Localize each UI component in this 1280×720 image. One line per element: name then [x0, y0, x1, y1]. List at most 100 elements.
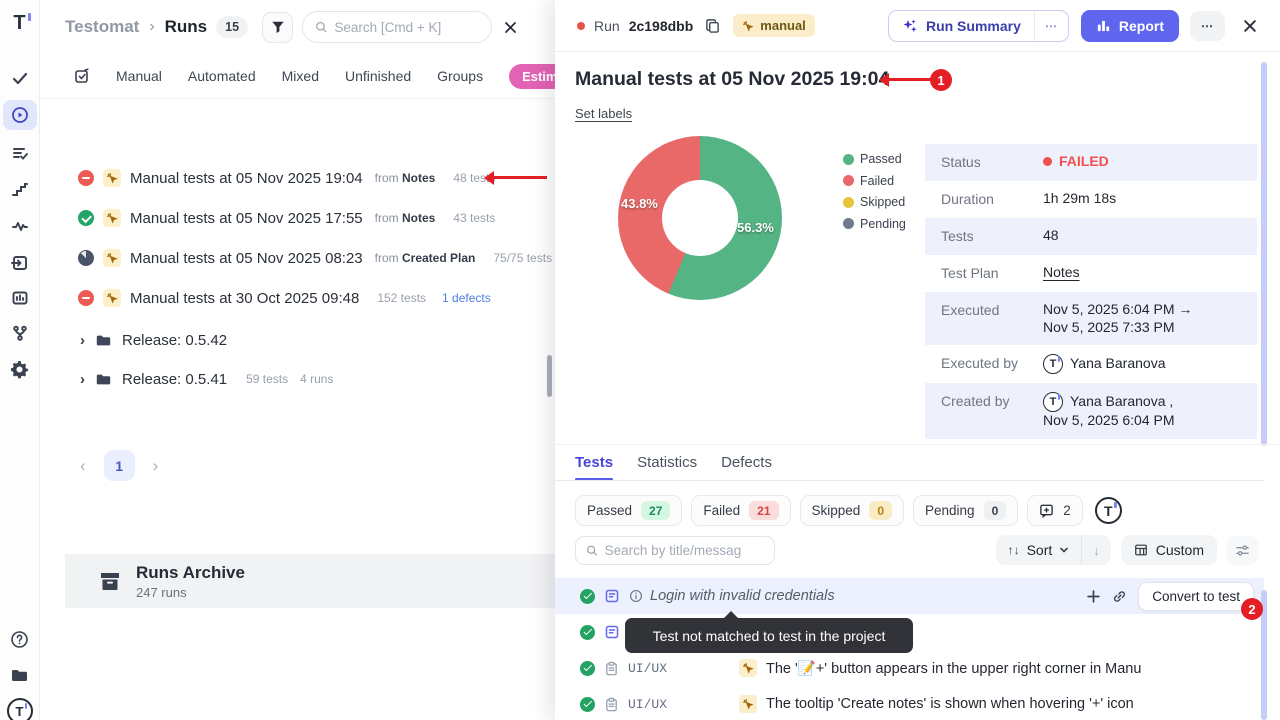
- test-plan-label: Test Plan: [941, 264, 1043, 283]
- settings-gear-icon[interactable]: [7, 356, 33, 382]
- run-from-value: Created Plan: [402, 251, 475, 265]
- info-row-test-plan: Test Plan Notes: [925, 255, 1257, 292]
- convert-to-test-button[interactable]: Convert to test: [1138, 582, 1254, 611]
- runs-search-input[interactable]: [334, 20, 479, 35]
- annotation-arrow-left: [487, 176, 547, 179]
- pending-count-badge: 0: [984, 501, 1007, 520]
- run-summary-more-button[interactable]: ⋯: [1034, 11, 1068, 41]
- arrow-down-icon: ↓: [1093, 543, 1100, 558]
- chevron-down-icon: [1059, 545, 1069, 555]
- close-panel-icon[interactable]: [1242, 18, 1258, 34]
- chip-comments[interactable]: 2: [1027, 495, 1083, 526]
- help-icon[interactable]: [7, 626, 33, 652]
- prev-page-button[interactable]: ‹: [80, 456, 86, 476]
- executed-by-label: Executed by: [941, 354, 1043, 373]
- tab-mixed[interactable]: Mixed: [282, 68, 319, 84]
- sort-control: ↑↓Sort ↓: [996, 535, 1111, 565]
- branches-icon[interactable]: [7, 320, 33, 346]
- sort-direction-button[interactable]: ↓: [1081, 535, 1111, 565]
- tab-unfinished[interactable]: Unfinished: [345, 68, 411, 84]
- tasks-icon[interactable]: [7, 65, 33, 91]
- passed-count-badge: 27: [641, 501, 670, 520]
- tests-search[interactable]: [575, 536, 775, 565]
- breadcrumb-app[interactable]: Testomat: [65, 17, 139, 37]
- search-icon: [586, 544, 598, 557]
- chip-skipped[interactable]: Skipped0: [800, 495, 904, 526]
- test-plans-icon[interactable]: [7, 140, 33, 166]
- legend-dot-skipped: [843, 197, 854, 208]
- run-defects-link[interactable]: 1 defects: [442, 291, 491, 305]
- test-row[interactable]: UI/UX The '📝+' button appears in the upp…: [555, 650, 1264, 686]
- run-row[interactable]: Manual tests at 30 Oct 2025 09:48 152 te…: [40, 278, 555, 318]
- report-button[interactable]: Report: [1081, 10, 1179, 42]
- run-title: Manual tests at 05 Nov 2025 08:23: [130, 250, 363, 267]
- manual-badge-label: manual: [760, 18, 806, 33]
- select-runs-icon[interactable]: [74, 68, 90, 84]
- release-folder-row[interactable]: › Release: 0.5.41 59 tests 4 runs: [40, 360, 555, 398]
- tests-search-input[interactable]: [605, 543, 764, 558]
- test-row[interactable]: Login with invalid credentials Convert t…: [555, 578, 1264, 614]
- info-row-duration: Duration 1h 29m 18s: [925, 181, 1257, 218]
- tab-groups[interactable]: Groups: [437, 68, 483, 84]
- run-row[interactable]: Manual tests at 05 Nov 2025 17:55 from N…: [40, 198, 555, 238]
- chip-failed[interactable]: Failed21: [691, 495, 790, 526]
- chip-pending[interactable]: Pending0: [913, 495, 1018, 526]
- filter-button[interactable]: [262, 12, 293, 43]
- tab-automated[interactable]: Automated: [188, 68, 256, 84]
- tab-tests[interactable]: Tests: [575, 454, 613, 481]
- more-actions-button[interactable]: ⋯: [1190, 11, 1225, 41]
- tab-statistics[interactable]: Statistics: [637, 454, 697, 481]
- donut-chart: [618, 136, 782, 300]
- folder-title: Release: 0.5.42: [122, 332, 227, 349]
- detail-scrollbar-top[interactable]: [1261, 62, 1267, 446]
- page-1-button[interactable]: 1: [104, 450, 135, 481]
- user-avatar[interactable]: T: [7, 698, 33, 720]
- clear-search-icon[interactable]: [503, 20, 518, 35]
- run-id: 2c198dbb: [629, 18, 694, 34]
- set-labels-link[interactable]: Set labels: [575, 106, 632, 121]
- view-settings-icon[interactable]: [1227, 536, 1258, 565]
- pulse-icon[interactable]: [7, 213, 33, 239]
- run-tests-count: 43 tests: [453, 211, 495, 225]
- runs-search[interactable]: [302, 11, 492, 43]
- duration-label: Duration: [941, 190, 1043, 209]
- test-title: The '📝+' button appears in the upper rig…: [766, 660, 1141, 677]
- chip-passed[interactable]: Passed27: [575, 495, 682, 526]
- info-icon: [629, 589, 643, 603]
- steps-icon[interactable]: [7, 177, 33, 203]
- run-row[interactable]: Manual tests at 05 Nov 2025 08:23 from C…: [40, 238, 555, 278]
- runs-archive-row[interactable]: Runs Archive 247 runs: [65, 554, 555, 608]
- app-logo[interactable]: T: [7, 10, 33, 36]
- release-folder-row[interactable]: › Release: 0.5.42: [40, 321, 555, 359]
- import-icon[interactable]: [7, 250, 33, 276]
- folder-runs-count: 4 runs: [300, 372, 333, 386]
- test-row[interactable]: UI/UX The tooltip 'Create notes' is show…: [555, 686, 1264, 720]
- run-detail-panel: Run 2c198dbb manual Run Summary ⋯ Report…: [555, 0, 1280, 720]
- created-by-value: Yana Baranova ,: [1070, 393, 1173, 411]
- executed-start: Nov 5, 2025 6:04 PM →: [1043, 301, 1192, 317]
- next-page-button[interactable]: ›: [153, 456, 159, 476]
- test-tag: UI/UX: [628, 661, 674, 676]
- tab-defects[interactable]: Defects: [721, 454, 772, 481]
- test-plan-link[interactable]: Notes: [1043, 264, 1080, 282]
- chevron-right-icon[interactable]: ›: [80, 371, 85, 388]
- custom-columns-button[interactable]: Custom: [1121, 535, 1217, 565]
- manual-run-icon: [103, 249, 121, 267]
- app-rail: T T: [0, 0, 40, 720]
- info-row-status: Status FAILED: [925, 144, 1257, 181]
- copy-icon[interactable]: [705, 18, 720, 33]
- runs-nav-icon[interactable]: [3, 100, 37, 130]
- list-scrollbar[interactable]: [547, 355, 552, 397]
- passed-check-icon: [580, 625, 595, 640]
- assignee-avatar[interactable]: T: [1095, 497, 1122, 524]
- folder-title: Release: 0.5.41: [122, 371, 227, 388]
- bar-chart-icon: [1096, 18, 1111, 33]
- chevron-right-icon[interactable]: ›: [80, 332, 85, 349]
- reports-icon[interactable]: [7, 285, 33, 311]
- tab-manual[interactable]: Manual: [116, 68, 162, 84]
- add-icon[interactable]: [1086, 589, 1101, 604]
- docs-folder-icon[interactable]: [7, 662, 33, 688]
- link-icon[interactable]: [1112, 589, 1127, 604]
- sort-button[interactable]: ↑↓Sort: [996, 535, 1082, 565]
- run-summary-button[interactable]: Run Summary: [889, 11, 1034, 41]
